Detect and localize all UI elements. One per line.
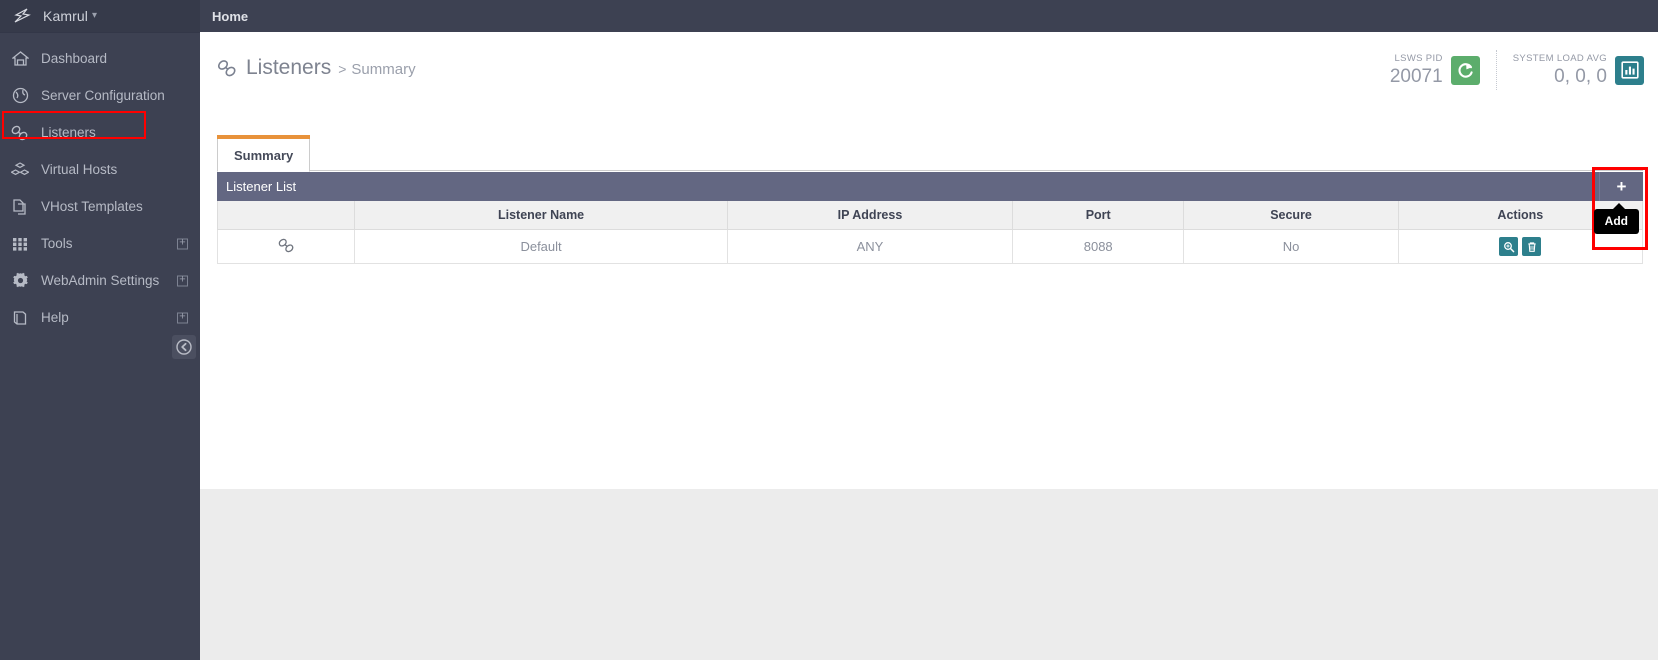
home-icon — [8, 49, 32, 69]
cell-ip-address: ANY — [726, 229, 1013, 264]
listener-table: Listener Name IP Address Port Secure Act… — [216, 201, 1644, 264]
status-indicators: LSWS PID 20071 SYSTEM LOAD AVG 0, 0, 0 — [1390, 50, 1644, 90]
tab-summary[interactable]: Summary — [217, 135, 311, 172]
page-title-sub: Summary — [351, 61, 416, 78]
row-icon-cell — [216, 229, 356, 264]
system-load-label: SYSTEM LOAD AVG — [1512, 53, 1607, 64]
plus-icon: + — [1616, 176, 1627, 196]
lsws-pid-value: 20071 — [1389, 66, 1443, 87]
cell-port: 8088 — [1011, 229, 1185, 264]
cubes-icon — [8, 160, 32, 180]
column-header-secure: Secure — [1183, 201, 1399, 230]
column-header-ip-address: IP Address — [726, 201, 1013, 230]
lightning-logo-icon — [12, 6, 34, 26]
table-row[interactable]: Default ANY 8088 No — [216, 229, 1644, 264]
tab-label: Summary — [234, 148, 294, 163]
load-chart-button[interactable] — [1615, 55, 1644, 85]
add-listener-button[interactable]: + — [1599, 172, 1643, 201]
sidebar-item-webadmin-settings[interactable]: WebAdmin Settings — [0, 262, 200, 299]
sidebar-item-dashboard[interactable]: Dashboard — [0, 40, 200, 77]
sidebar-item-label: Listeners — [41, 125, 96, 140]
system-load-value: 0, 0, 0 — [1554, 66, 1607, 87]
link-chain-icon — [217, 59, 237, 77]
add-tooltip: Add — [1593, 203, 1639, 234]
sidebar-collapse-button[interactable] — [172, 335, 196, 359]
tab-bar: Summary — [217, 135, 1643, 172]
sidebar-item-label: VHost Templates — [41, 199, 143, 214]
view-listener-button[interactable] — [1499, 237, 1519, 256]
column-header-port: Port — [1011, 201, 1185, 230]
cell-listener-name: Default — [354, 229, 728, 264]
view-icon — [1503, 241, 1515, 252]
plus-square-icon[interactable] — [177, 238, 188, 249]
chevron-down-icon[interactable]: ▾ — [92, 11, 97, 21]
table-header-row: Listener Name IP Address Port Secure Act… — [216, 201, 1644, 230]
column-header-listener-name: Listener Name — [354, 201, 728, 230]
plus-square-icon[interactable] — [177, 275, 188, 286]
sidebar: Kamrul ▾ Dashboard Server Configuration — [0, 0, 200, 660]
sidebar-item-server-configuration[interactable]: Server Configuration — [0, 77, 200, 114]
cell-actions — [1397, 229, 1644, 264]
page-title-separator: > — [338, 61, 347, 77]
sidebar-item-help[interactable]: Help — [0, 299, 200, 336]
copy-files-icon — [8, 197, 32, 217]
stats-divider — [1495, 50, 1497, 90]
restart-icon — [1458, 62, 1473, 78]
book-icon — [8, 308, 32, 328]
link-chain-icon — [8, 123, 32, 143]
sidebar-item-label: Server Configuration — [41, 88, 165, 103]
restart-button[interactable] — [1450, 55, 1480, 85]
sidebar-item-label: Help — [41, 310, 69, 325]
grid-dots-icon — [8, 234, 32, 254]
bar-chart-icon — [1620, 61, 1639, 79]
breadcrumb-home[interactable]: Home — [212, 9, 248, 24]
globe-icon — [8, 86, 32, 106]
plus-square-icon[interactable] — [177, 312, 188, 323]
lsws-pid-label: LSWS PID — [1394, 53, 1443, 64]
panel-title: Listener List — [226, 179, 297, 194]
topbar: Home — [200, 0, 1658, 32]
gear-icon — [8, 271, 32, 291]
page-title-main: Listeners — [246, 56, 332, 79]
main-content: Listeners > Summary LSWS PID 20071 SYSTE… — [200, 32, 1658, 489]
brand-name: Kamrul — [43, 8, 88, 24]
sidebar-item-vhost-templates[interactable]: VHost Templates — [0, 188, 200, 225]
lsws-pid-block: LSWS PID 20071 — [1390, 53, 1480, 87]
column-header-blank — [216, 201, 356, 230]
brand-header[interactable]: Kamrul ▾ — [0, 0, 200, 33]
sidebar-item-label: Virtual Hosts — [41, 162, 118, 177]
sidebar-item-listeners[interactable]: Listeners — [0, 114, 200, 151]
tab-bar-rule — [310, 170, 1643, 171]
cell-secure: No — [1183, 229, 1399, 264]
sidebar-item-label: WebAdmin Settings — [41, 273, 160, 288]
sidebar-item-label: Dashboard — [41, 51, 108, 66]
panel-header: Listener List + Add — [217, 167, 1648, 250]
arrow-left-circle-icon — [176, 339, 192, 355]
sidebar-nav: Dashboard Server Configuration Listeners — [0, 33, 200, 336]
delete-listener-button[interactable] — [1522, 237, 1542, 256]
page-title: Listeners > Summary — [217, 56, 416, 80]
sidebar-item-tools[interactable]: Tools — [0, 225, 200, 262]
listener-list-panel: Listener List + Add Listener Name IP Add… — [216, 167, 1648, 264]
page-header: Listeners > Summary LSWS PID 20071 SYSTE… — [200, 32, 1658, 102]
system-load-block: SYSTEM LOAD AVG 0, 0, 0 — [1513, 53, 1644, 87]
sidebar-item-virtual-hosts[interactable]: Virtual Hosts — [0, 151, 200, 188]
delete-icon — [1528, 241, 1536, 252]
link-chain-icon — [278, 238, 295, 253]
sidebar-item-label: Tools — [41, 236, 73, 251]
